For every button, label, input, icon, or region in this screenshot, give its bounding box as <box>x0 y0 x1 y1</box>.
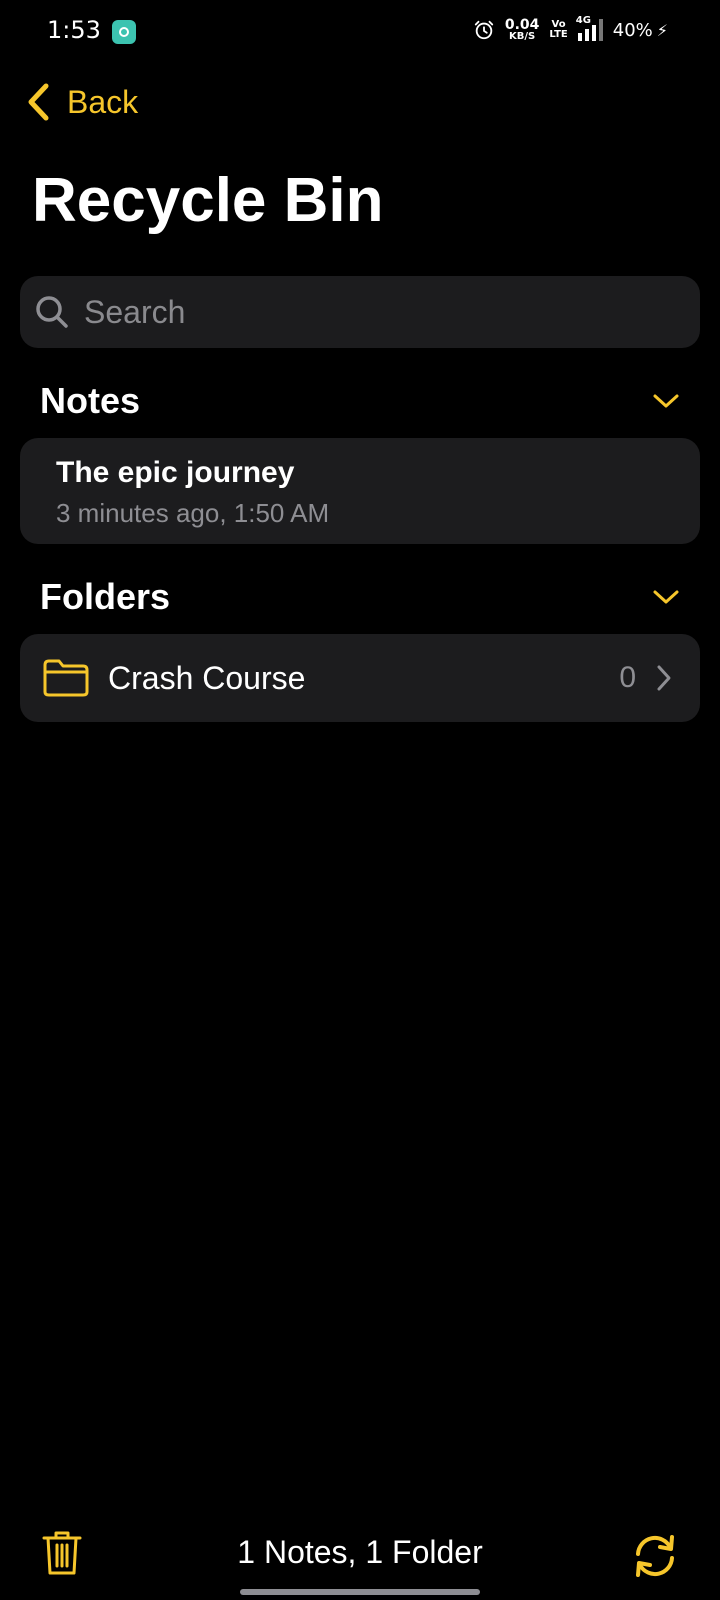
chevron-right-icon <box>657 665 671 691</box>
chevron-down-icon[interactable] <box>652 392 680 410</box>
folders-section-header[interactable]: Folders <box>40 576 680 618</box>
status-bar: 1:53 0.04 KB/S Vo LTE 4G 40% ⚡ <box>0 0 720 64</box>
chevron-left-icon <box>28 83 49 121</box>
network-speed: 0.04 KB/S <box>505 18 540 42</box>
battery-level: 40% <box>612 19 653 41</box>
restore-icon[interactable] <box>630 1532 680 1580</box>
status-indicators: 0.04 KB/S Vo LTE 4G 40% ⚡ <box>473 15 668 42</box>
network-type: 4G <box>575 15 591 26</box>
alarm-icon <box>474 20 493 40</box>
status-time: 1:53 <box>47 16 101 44</box>
back-button[interactable]: Back <box>26 82 138 122</box>
note-timestamp: 3 minutes ago, 1:50 AM <box>56 498 330 528</box>
app-notification-icon <box>112 20 136 44</box>
folder-name: Crash Course <box>108 659 306 696</box>
home-indicator[interactable] <box>240 1589 480 1595</box>
network-speed-unit: KB/S <box>508 31 536 42</box>
search-bar[interactable] <box>20 276 700 348</box>
volte-bottom: LTE <box>549 29 568 40</box>
back-label: Back <box>67 83 139 120</box>
search-icon <box>36 296 68 328</box>
items-count-summary: 1 Notes, 1 Folder <box>237 1534 483 1570</box>
charging-icon: ⚡ <box>656 20 668 40</box>
volte-indicator: Vo LTE <box>549 20 567 40</box>
folder-icon <box>43 659 89 697</box>
folder-item[interactable]: Crash Course 0 <box>20 634 700 722</box>
folder-count: 0 <box>619 661 636 694</box>
network-speed-value: 0.04 <box>504 17 540 33</box>
notes-section-header[interactable]: Notes <box>40 380 680 422</box>
recycle-bin-screen: 1:53 0.04 KB/S Vo LTE 4G 40% ⚡ Back Recy… <box>0 0 720 1600</box>
note-title: The epic journey <box>56 456 295 489</box>
page-title: Recycle Bin <box>32 166 384 235</box>
folders-section-title: Folders <box>40 576 171 617</box>
notes-section-title: Notes <box>40 380 141 421</box>
battery-indicator: 40% ⚡ <box>613 20 668 41</box>
note-item[interactable]: The epic journey 3 minutes ago, 1:50 AM <box>20 438 700 544</box>
search-input[interactable] <box>82 292 700 332</box>
chevron-down-icon[interactable] <box>652 588 680 606</box>
signal-icon: 4G <box>576 15 603 41</box>
